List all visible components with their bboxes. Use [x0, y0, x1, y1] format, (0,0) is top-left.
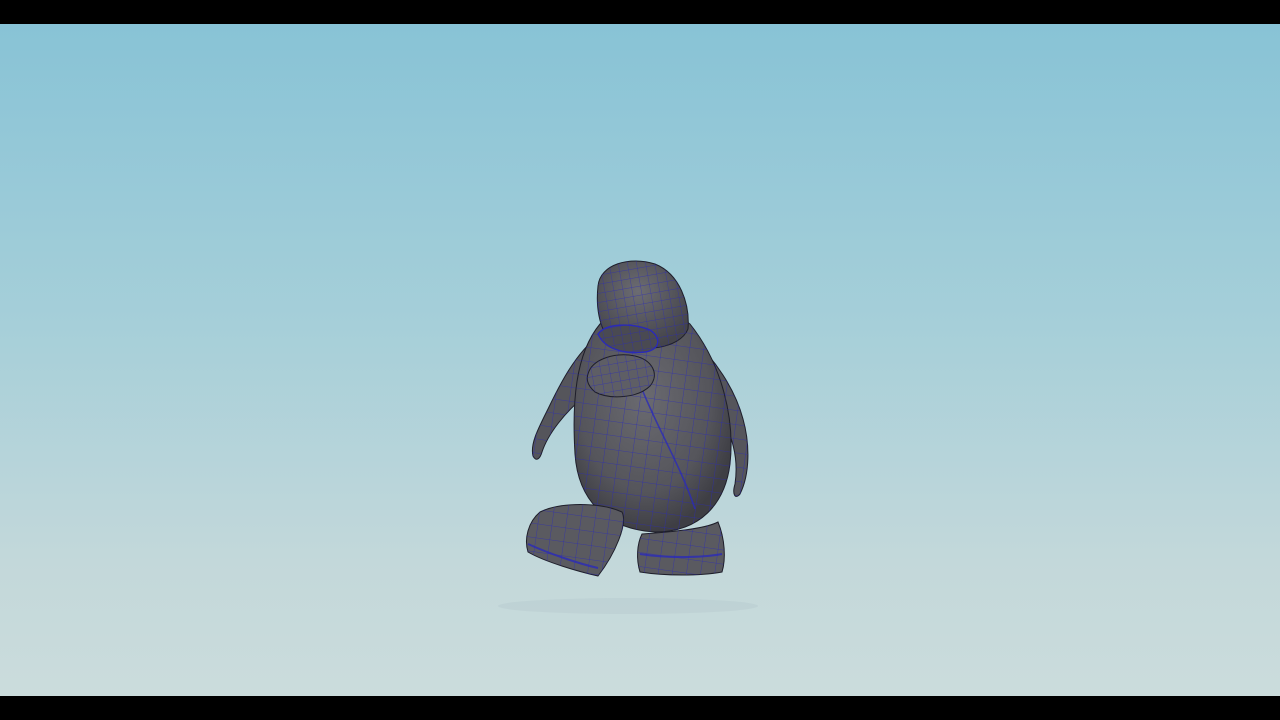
3d-viewport[interactable]	[0, 24, 1280, 696]
left-foot	[526, 504, 624, 577]
letterbox-bottom	[0, 696, 1280, 720]
penguin-mesh-icon	[498, 260, 758, 614]
ground-shadow	[498, 598, 758, 614]
letterbox-top	[0, 0, 1280, 24]
